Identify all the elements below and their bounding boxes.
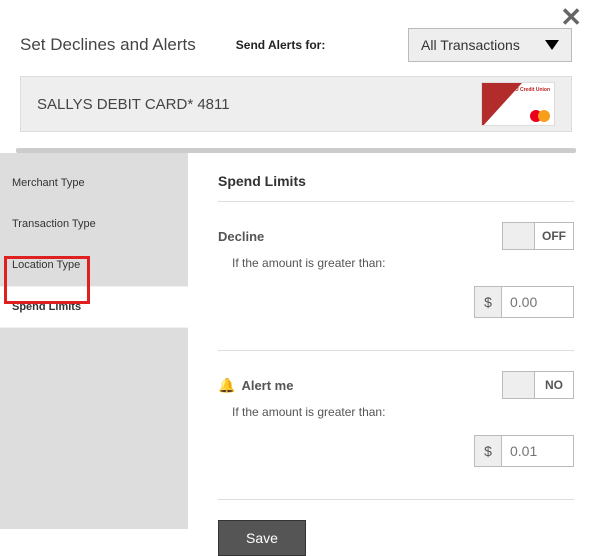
decline-sublabel: If the amount is greater than:: [232, 256, 574, 270]
main-panel: Spend Limits Decline OFF If the amount i…: [188, 153, 592, 529]
card-name: SALLYS DEBIT CARD* 4811: [37, 96, 230, 113]
toggle-state: NO: [535, 378, 573, 392]
decline-toggle[interactable]: OFF: [502, 222, 574, 250]
alert-label: 🔔 Alert me: [218, 377, 293, 394]
alert-toggle[interactable]: NO: [502, 371, 574, 399]
sidebar-item-transaction-type[interactable]: Transaction Type: [0, 204, 188, 245]
dropdown-value: All Transactions: [421, 37, 520, 53]
divider: [218, 499, 574, 500]
alert-amount-input[interactable]: [502, 435, 574, 467]
alerts-scope-dropdown[interactable]: All Transactions: [408, 28, 572, 62]
decline-label: Decline: [218, 229, 264, 244]
card-thumbnail: U Credit Union: [481, 82, 555, 126]
bell-icon: 🔔: [218, 377, 235, 394]
currency-symbol: $: [474, 286, 502, 318]
toggle-state: OFF: [535, 229, 573, 243]
alert-section: 🔔 Alert me NO If the amount is greater t…: [218, 371, 574, 467]
chevron-down-icon: [545, 40, 559, 50]
currency-symbol: $: [474, 435, 502, 467]
card-brand-text: U Credit Union: [515, 87, 550, 93]
panel-title: Spend Limits: [218, 173, 574, 189]
decline-amount-input[interactable]: [502, 286, 574, 318]
alert-label-text: Alert me: [241, 378, 293, 393]
save-button[interactable]: Save: [218, 520, 306, 556]
divider: [218, 201, 574, 202]
sidebar-item-spend-limits[interactable]: Spend Limits: [0, 286, 188, 328]
toggle-knob: [503, 372, 535, 398]
sidebar: Merchant Type Transaction Type Location …: [0, 153, 188, 529]
header-bar: Set Declines and Alerts Send Alerts for:…: [0, 0, 592, 76]
alert-sublabel: If the amount is greater than:: [232, 405, 574, 419]
sidebar-item-location-type[interactable]: Location Type: [0, 245, 188, 286]
sidebar-item-merchant-type[interactable]: Merchant Type: [0, 163, 188, 204]
decline-section: Decline OFF If the amount is greater tha…: [218, 222, 574, 318]
page-title: Set Declines and Alerts: [20, 35, 196, 55]
card-banner: SALLYS DEBIT CARD* 4811 U Credit Union: [20, 76, 572, 132]
mastercard-icon: [530, 110, 550, 122]
divider: [218, 350, 574, 351]
close-icon[interactable]: ✕: [560, 4, 582, 30]
send-alerts-label: Send Alerts for:: [236, 38, 398, 52]
toggle-knob: [503, 223, 535, 249]
